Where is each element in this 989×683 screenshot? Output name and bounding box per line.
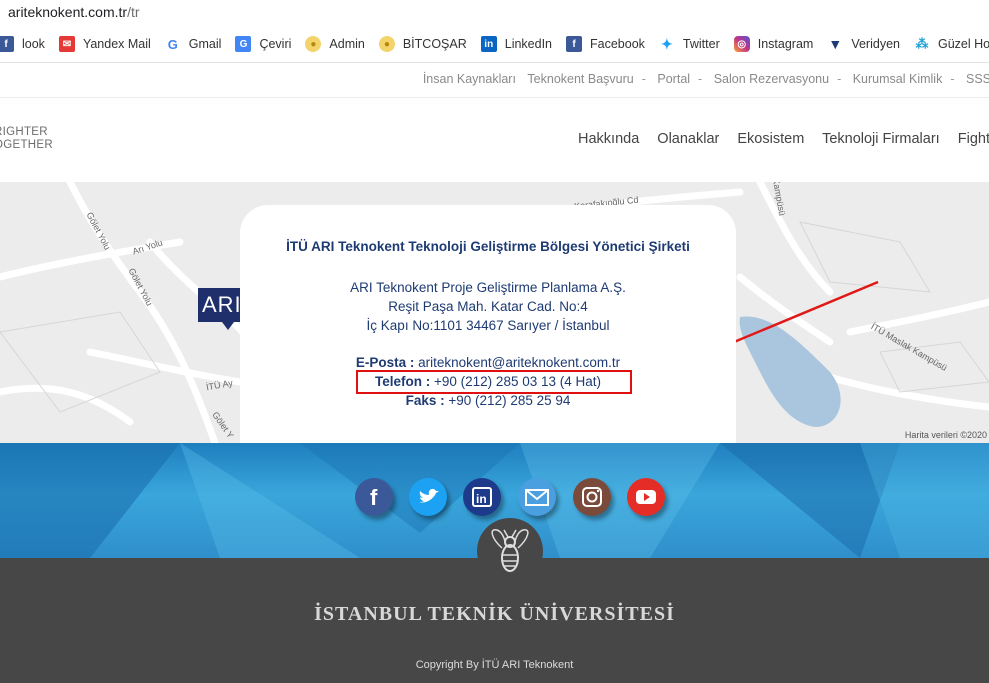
address-line-2: Reşit Paşa Mah. Katar Cad. No:4: [388, 299, 588, 314]
bookmark-item[interactable]: ✉ Yandex Mail: [58, 36, 151, 52]
separator: -: [698, 72, 703, 86]
bookmark-item[interactable]: ● Admin: [305, 36, 365, 52]
nav-teknoloji-firmalari[interactable]: Teknoloji Firmaları: [822, 131, 940, 147]
link-salon-rezervasyonu[interactable]: Salon Rezervasyonu: [714, 72, 829, 86]
tagline-line-2: OGETHER: [0, 139, 53, 151]
bookmark-item[interactable]: G Gmail: [164, 36, 222, 52]
address-line-1: ARI Teknokent Proje Geliştirme Planlama …: [350, 280, 626, 295]
linkedin-icon[interactable]: in: [463, 478, 501, 516]
hosting-icon: ⁂: [913, 36, 930, 52]
bookmark-label: BİTCOŞAR: [402, 37, 467, 51]
link-portal[interactable]: Portal: [657, 72, 690, 86]
tagline-line-1: RIGHTER: [0, 126, 48, 138]
fax-row: Faks : +90 (212) 285 25 94: [240, 393, 736, 408]
url-host: ariteknokent.com.tr: [8, 4, 128, 20]
utility-links: İnsan Kaynakları Teknokent Başvuru - Port…: [419, 72, 989, 86]
nav-hakkinda[interactable]: Hakkında: [578, 131, 639, 147]
bookmark-label: Facebook: [590, 37, 645, 51]
linkedin-icon: in: [480, 36, 497, 52]
bookmark-label: look: [22, 37, 45, 51]
map-copyright: Harita verileri ©2020: [904, 430, 987, 440]
bee-logo-icon: [477, 518, 543, 584]
address-line-3: İç Kapı No:1101 34467 Sarıyer / İstanbul: [366, 318, 610, 333]
link-sss[interactable]: SSS: [966, 72, 989, 86]
bookmark-label: LinkedIn: [504, 37, 553, 51]
bookmark-item[interactable]: f Facebook: [566, 36, 645, 52]
fax-label: Faks :: [405, 393, 445, 408]
svg-text:f: f: [370, 485, 378, 510]
separator: -: [950, 72, 955, 86]
url-text[interactable]: ariteknokent.com.tr/tr: [8, 4, 140, 20]
bookmark-label: Yandex Mail: [82, 37, 151, 51]
university-name: İSTANBUL TEKNİK ÜNİVERSİTESİ: [314, 603, 675, 625]
facebook-icon[interactable]: f: [355, 478, 393, 516]
link-insan-kaynaklari[interactable]: İnsan Kaynakları: [423, 72, 516, 86]
bookmark-item[interactable]: ✦ Twitter: [658, 36, 720, 52]
google-icon: G: [164, 36, 181, 52]
youtube-icon[interactable]: [627, 478, 665, 516]
bookmark-item[interactable]: ▼ Veridyen: [827, 36, 900, 52]
bookmark-label: Instagram: [757, 37, 814, 51]
utility-bar: İnsan Kaynakları Teknokent Başvuru - Port…: [0, 63, 989, 98]
bookmark-item[interactable]: ● BİTCOŞAR: [378, 36, 467, 52]
nav-fight[interactable]: Fight: [958, 131, 989, 147]
site-header: RIGHTER OGETHER Hakkında Olanaklar Ekosi…: [0, 98, 989, 183]
logo-tagline[interactable]: RIGHTER OGETHER: [0, 126, 53, 152]
twitter-icon: ✦: [658, 36, 675, 52]
separator: -: [837, 72, 842, 86]
link-kurumsal-kimlik[interactable]: Kurumsal Kimlik: [853, 72, 943, 86]
email-icon[interactable]: [518, 478, 556, 516]
highlight-box: [356, 370, 632, 394]
translate-icon: G: [235, 36, 252, 52]
bookmark-item[interactable]: f look: [0, 36, 45, 52]
instagram-icon: ◎: [733, 36, 750, 52]
map-marker[interactable]: ARI: [198, 288, 241, 330]
main-nav: Hakkında Olanaklar Ekosistem Teknoloji F…: [578, 131, 989, 147]
fax-value: +90 (212) 285 25 94: [448, 393, 571, 408]
facebook-icon: f: [566, 36, 583, 52]
bookmark-label: Veridyen: [851, 37, 900, 51]
link-teknokent-basvuru[interactable]: Teknokent Başvuru: [527, 72, 633, 86]
bookmark-item[interactable]: in LinkedIn: [480, 36, 553, 52]
coin-icon: ●: [378, 36, 395, 52]
separator: -: [641, 72, 646, 86]
coin-icon: ●: [305, 36, 322, 52]
nav-ekosistem[interactable]: Ekosistem: [737, 131, 804, 147]
bookmark-label: Gmail: [188, 37, 222, 51]
veridyen-icon: ▼: [827, 36, 844, 52]
email-label: E-Posta :: [355, 355, 415, 370]
bookmark-label: Çeviri: [259, 37, 292, 51]
facebook-icon: f: [0, 36, 14, 52]
bookmarks-bar: f look ✉ Yandex Mail G Gmail G Çeviri ● Admin…: [0, 26, 989, 63]
address-bar[interactable]: ariteknokent.com.tr/tr: [0, 0, 989, 27]
yandex-mail-icon: ✉: [58, 36, 75, 52]
url-path: /tr: [127, 4, 140, 20]
svg-text:in: in: [476, 492, 487, 506]
contact-card: İTÜ ARI Teknokent Teknoloji Geliştirme B…: [240, 205, 736, 475]
bookmark-label: Twitter: [682, 37, 720, 51]
bookmark-item[interactable]: ◎ Instagram: [733, 36, 814, 52]
copyright-text: Copyright By İTÜ ARI Teknokent: [415, 659, 574, 671]
bookmark-label: Güzel Hosting: [937, 37, 989, 51]
twitter-icon[interactable]: [409, 478, 447, 516]
email-row: E-Posta : ariteknokent@ariteknokent.com.…: [240, 355, 736, 370]
email-link[interactable]: ariteknokent@ariteknokent.com.tr: [418, 355, 620, 370]
bookmark-label: Admin: [329, 37, 365, 51]
bookmark-item[interactable]: ⁂ Güzel Hosting: [913, 36, 989, 52]
nav-olanaklar[interactable]: Olanaklar: [657, 131, 719, 147]
bookmark-item[interactable]: G Çeviri: [235, 36, 291, 52]
company-title: İTÜ ARI Teknokent Teknoloji Geliştirme B…: [286, 239, 690, 254]
instagram-icon[interactable]: [573, 478, 611, 516]
